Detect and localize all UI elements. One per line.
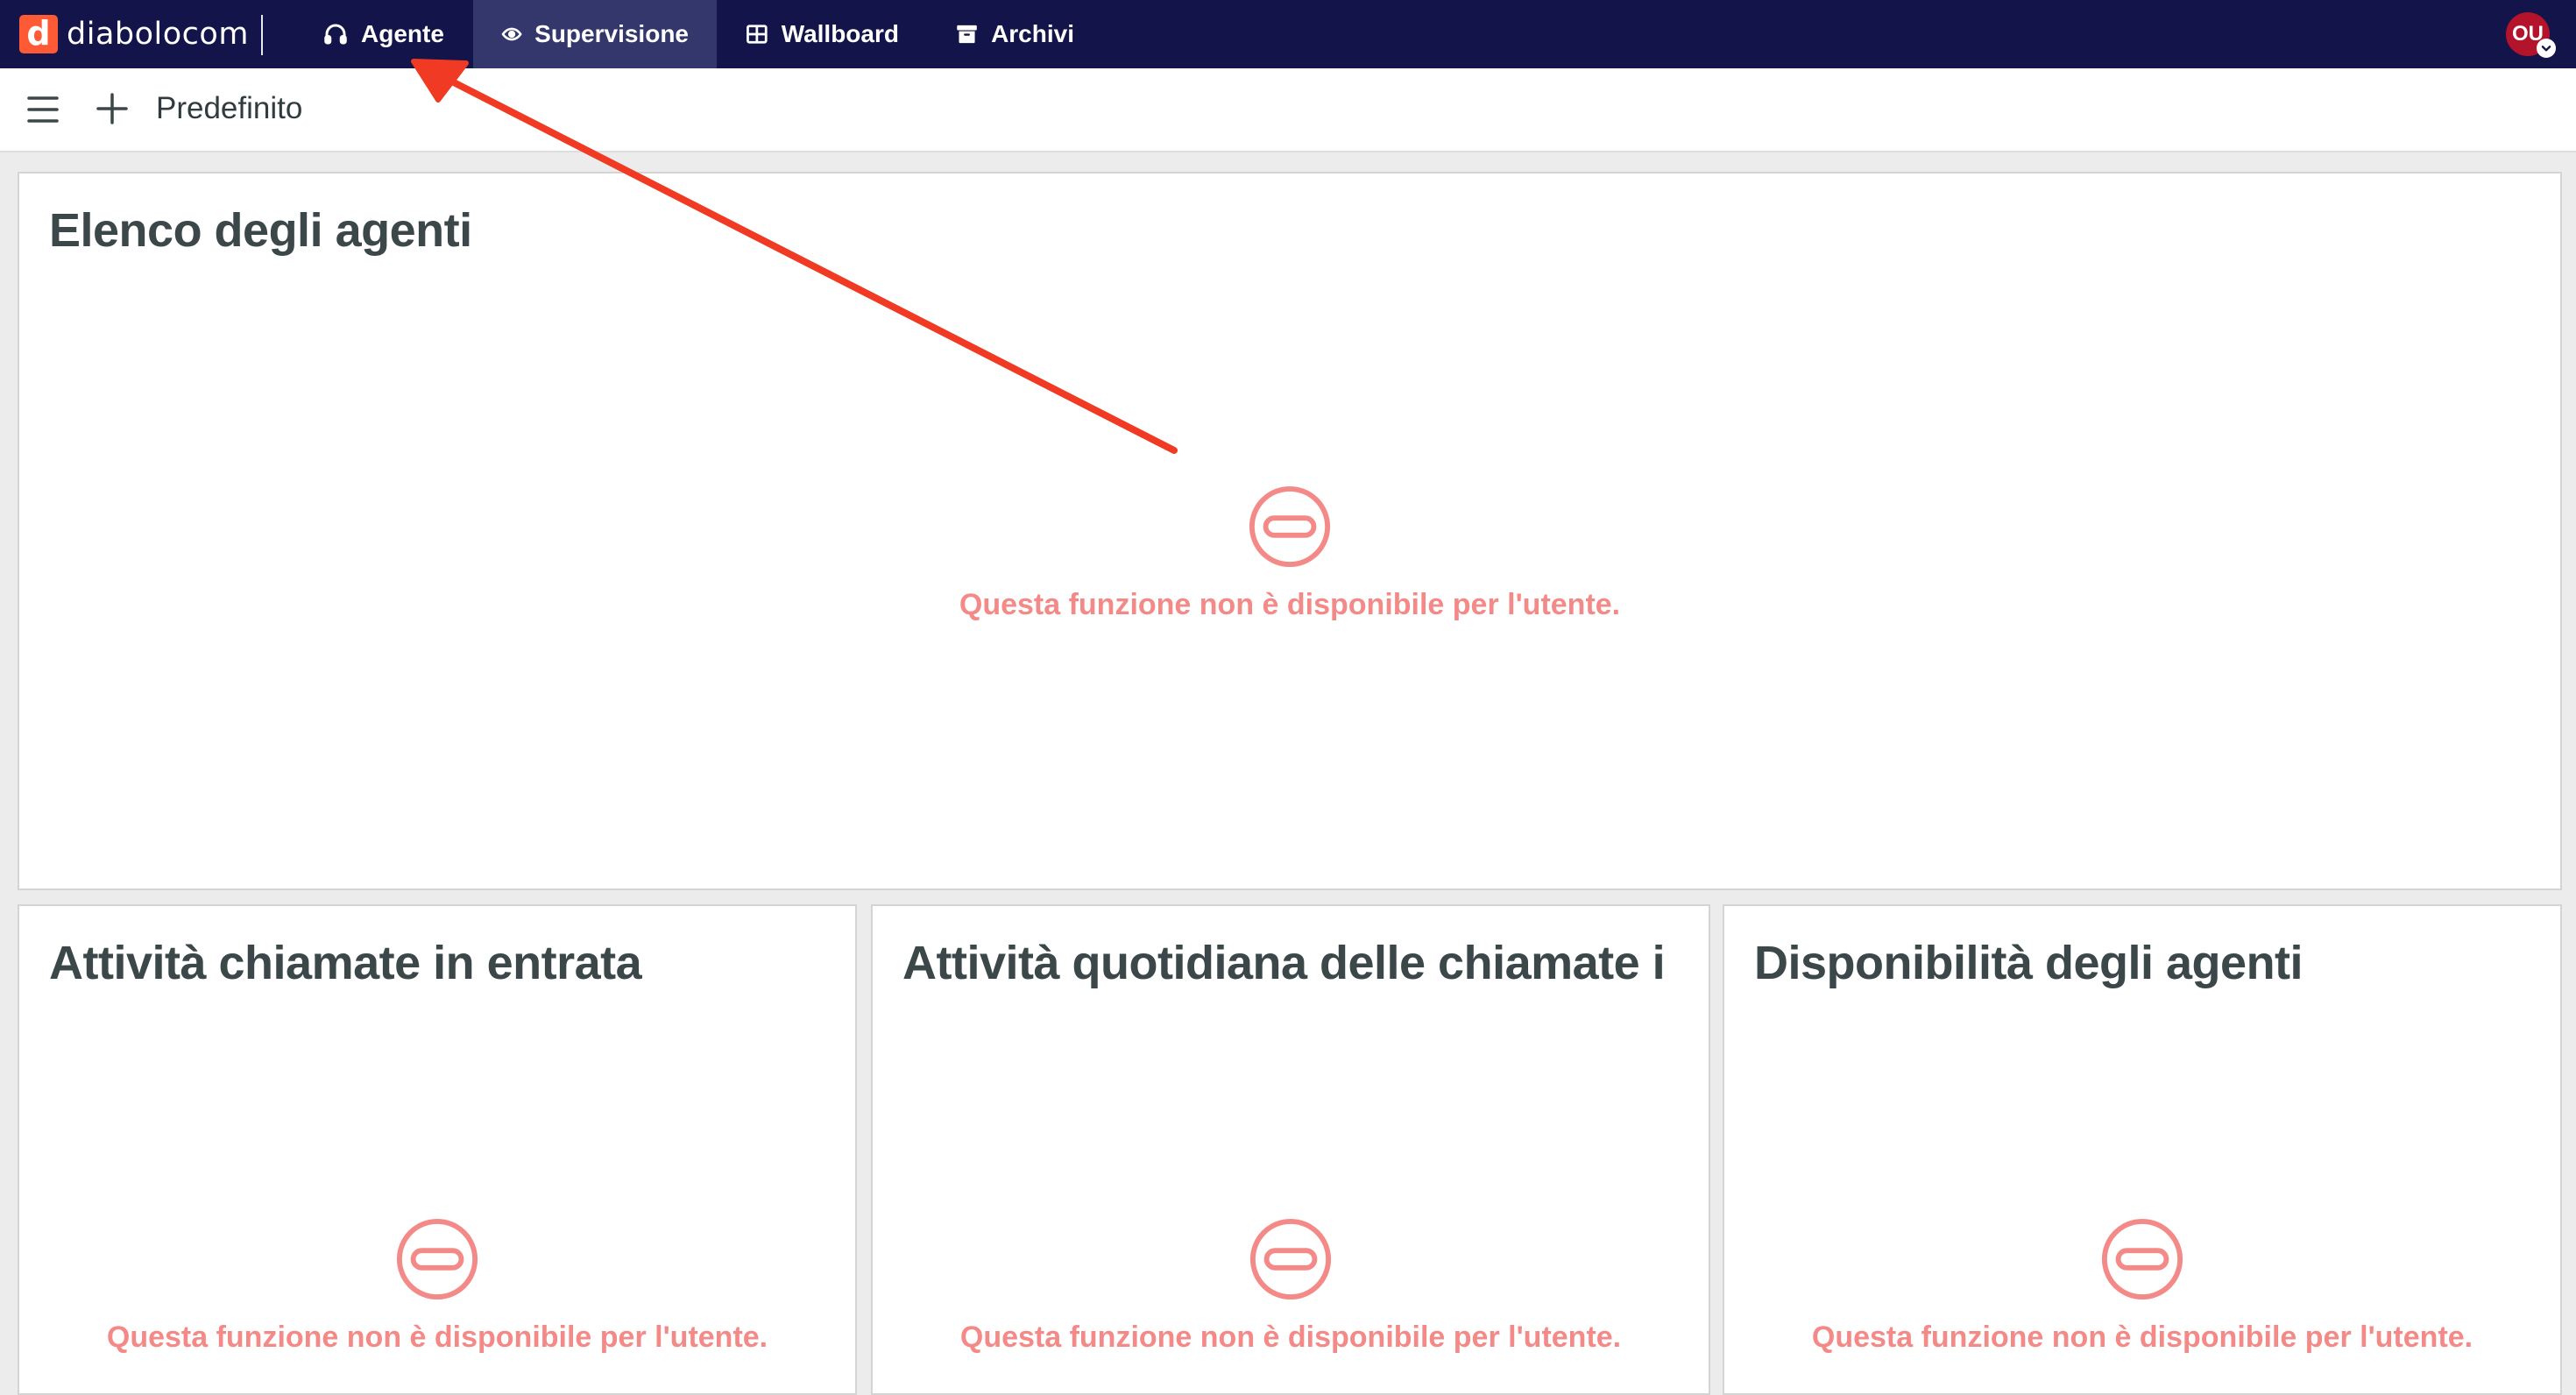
archive-icon: [957, 25, 977, 44]
unavailable-message: Questa funzione non è disponibile per l'…: [959, 588, 1621, 621]
eye-icon: [501, 27, 522, 41]
nav-tab-label: Archivi: [991, 20, 1074, 47]
grid-icon: [747, 25, 768, 44]
panel-title: Disponibilità degli agenti: [1754, 937, 2304, 989]
unavailable-notice: Questa funzione non è disponibile per l'…: [19, 1216, 855, 1355]
no-entry-icon: [396, 1218, 478, 1300]
unavailable-notice: Questa funzione non è disponibile per l'…: [1724, 1216, 2560, 1355]
nav-tab-label: Supervisione: [534, 20, 689, 47]
nav-tab-label: Wallboard: [781, 20, 899, 47]
top-navigation-bar: d diabolocom Agente Supervisione Wallboa…: [0, 0, 2576, 68]
hamburger-menu-icon[interactable]: [26, 95, 60, 129]
add-dashboard-icon[interactable]: [95, 91, 130, 131]
logo-divider: [261, 15, 263, 55]
panel-agent-availability: Disponibilità degli agenti Questa funzio…: [1723, 904, 2562, 1395]
panel-title: Elenco degli agenti: [49, 204, 472, 257]
panel-inbound-activity: Attività chiamate in entrata Questa funz…: [18, 904, 857, 1395]
nav-tab-label: Agente: [361, 20, 444, 47]
unavailable-message: Questa funzione non è disponibile per l'…: [959, 1321, 1622, 1354]
panel-daily-activity: Attività quotidiana delle chiamate i Que…: [871, 904, 1710, 1395]
no-entry-icon: [1249, 1218, 1332, 1300]
logo-mark: d: [19, 15, 58, 53]
dashboard-title[interactable]: Predefinito: [156, 91, 302, 126]
panel-title: Attività quotidiana delle chiamate i: [902, 937, 1666, 989]
diabolocom-logo[interactable]: d diabolocom: [19, 14, 249, 54]
unavailable-message: Questa funzione non è disponibile per l'…: [106, 1321, 768, 1354]
panel-title: Attività chiamate in entrata: [49, 937, 642, 989]
dashboard-toolbar: Predefinito: [0, 68, 2576, 152]
unavailable-message: Questa funzione non è disponibile per l'…: [1811, 1321, 2473, 1354]
no-entry-icon: [1249, 485, 1331, 568]
unavailable-notice: Questa funzione non è disponibile per l'…: [19, 484, 2560, 622]
no-entry-icon: [2101, 1218, 2183, 1300]
unavailable-notice: Questa funzione non è disponibile per l'…: [873, 1216, 1709, 1355]
nav-tab-wallboard[interactable]: Wallboard: [717, 0, 927, 68]
headphones-icon: [324, 24, 347, 45]
panel-agents-list: Elenco degli agenti Questa funzione non …: [18, 172, 2562, 890]
nav-tab-agente[interactable]: Agente: [294, 0, 473, 68]
chevron-down-icon[interactable]: [2537, 39, 2556, 58]
logo-text: diabolocom: [67, 17, 249, 52]
nav-tab-supervisione[interactable]: Supervisione: [473, 0, 717, 68]
nav-tab-archivi[interactable]: Archivi: [927, 0, 1102, 68]
